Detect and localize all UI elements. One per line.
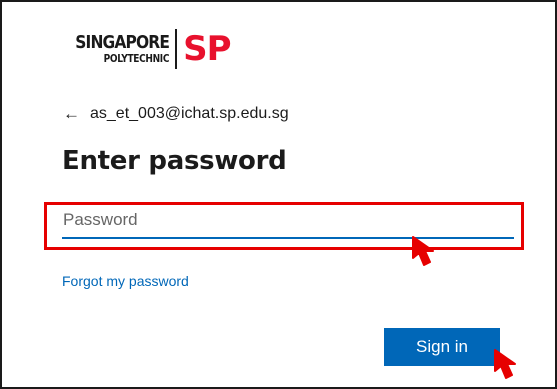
back-arrow-icon[interactable]: ← bbox=[63, 104, 80, 124]
logo-mark: SP bbox=[183, 29, 231, 69]
logo-sub: POLYTECHNIC bbox=[103, 52, 170, 65]
password-input[interactable] bbox=[62, 207, 514, 239]
page-title: Enter password bbox=[62, 146, 287, 176]
logo-text: SINGAPORE POLYTECHNIC bbox=[60, 31, 175, 65]
forgot-password-link[interactable]: Forgot my password bbox=[62, 273, 189, 289]
sp-logo: SINGAPORE POLYTECHNIC SP bbox=[60, 25, 232, 73]
account-identity: ← as_et_003@ichat.sp.edu.sg bbox=[63, 104, 289, 124]
sign-in-button[interactable]: Sign in bbox=[384, 328, 500, 366]
logo-word: SINGAPORE bbox=[75, 31, 170, 53]
account-email: as_et_003@ichat.sp.edu.sg bbox=[90, 105, 289, 122]
login-frame: SINGAPORE POLYTECHNIC SP ← as_et_003@ich… bbox=[0, 0, 557, 389]
logo-divider bbox=[175, 29, 178, 69]
